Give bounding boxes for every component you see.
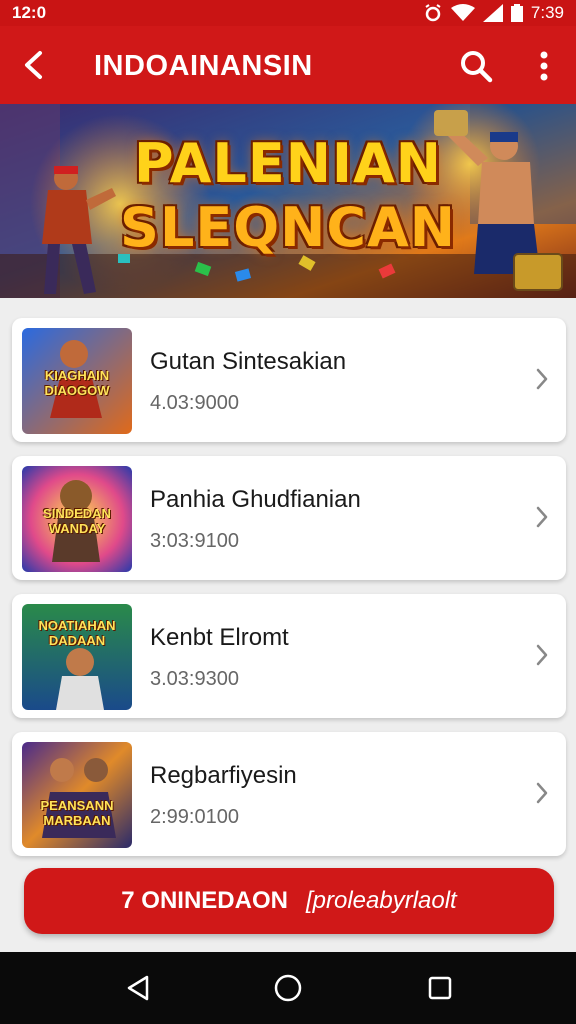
game-meta: 4.03:9000	[150, 392, 239, 414]
chevron-right-icon	[532, 776, 552, 810]
game-thumbnail: KIAGHAIN DIAOGOW	[22, 328, 132, 434]
battery-icon	[510, 4, 523, 22]
back-triangle-icon	[127, 975, 149, 1001]
banner-title-line1: PALENIAN	[134, 132, 442, 195]
thumbnail-text: NOATIAHAN DADAAN	[38, 618, 116, 648]
status-clock: 7:39	[530, 3, 564, 22]
signal-icon	[482, 4, 503, 22]
chevron-right-icon	[532, 638, 552, 672]
game-meta: 2:99:0100	[150, 806, 239, 828]
page-title: INDOAINANSIN	[94, 50, 313, 82]
more-vert-icon	[540, 51, 548, 81]
banner-title-line2: SLEQNCAN	[120, 196, 456, 259]
list-item[interactable]: KIAGHAIN DIAOGOW Gutan Sintesakian 4.03:…	[12, 318, 566, 442]
chevron-right-icon	[532, 500, 552, 534]
game-thumbnail: SINDEDAN WANDAY	[22, 466, 132, 572]
primary-action-button[interactable]: 7 ONINEDAON [proleabyrlaolt	[24, 868, 554, 934]
alarm-icon	[425, 4, 441, 22]
status-bar: 12:0 7:39	[0, 0, 576, 26]
search-button[interactable]	[456, 46, 496, 86]
wifi-icon	[450, 4, 475, 21]
recents-square-icon	[428, 976, 452, 1000]
game-name: Kenbt Elromt	[150, 624, 289, 651]
game-meta: 3:03:9100	[150, 530, 239, 552]
nav-home-button[interactable]	[268, 970, 308, 1006]
chevron-right-icon	[532, 362, 552, 396]
nav-back-button[interactable]	[118, 970, 158, 1006]
hero-banner[interactable]: PALENIAN SLEQNCAN	[0, 104, 576, 298]
app-bar: INDOAINANSIN	[0, 26, 576, 104]
more-options-button[interactable]	[526, 46, 562, 86]
game-meta: 3.03:9300	[150, 668, 239, 690]
status-icons: 7:39	[423, 3, 564, 23]
search-icon	[461, 51, 493, 83]
game-thumbnail: NOATIAHAN DADAAN	[22, 604, 132, 710]
status-left-text: 12:0	[12, 3, 47, 22]
nav-recents-button[interactable]	[420, 970, 460, 1006]
game-name: Regbarfiyesin	[150, 762, 297, 789]
thumbnail-text: SINDEDAN WANDAY	[43, 506, 111, 536]
cta-sublabel: [proleabyrlaolt	[305, 887, 457, 914]
thumbnail-text: PEANSANN MARBAAN	[40, 798, 114, 828]
list-item[interactable]: PEANSANN MARBAAN Regbarfiyesin 2:99:0100	[12, 732, 566, 856]
back-button[interactable]	[16, 46, 50, 84]
list-item[interactable]: SINDEDAN WANDAY Panhia Ghudfianian 3:03:…	[12, 456, 566, 580]
back-arrow-icon	[25, 51, 42, 79]
home-circle-icon	[274, 974, 302, 1002]
cta-label: 7 ONINEDAON	[121, 887, 288, 914]
system-nav-bar	[0, 952, 576, 1024]
game-name: Gutan Sintesakian	[150, 348, 347, 375]
game-thumbnail: PEANSANN MARBAAN	[22, 742, 132, 848]
thumbnail-text: KIAGHAIN DIAOGOW	[44, 368, 110, 398]
list-item[interactable]: NOATIAHAN DADAAN Kenbt Elromt 3.03:9300	[12, 594, 566, 718]
game-name: Panhia Ghudfianian	[150, 486, 361, 513]
